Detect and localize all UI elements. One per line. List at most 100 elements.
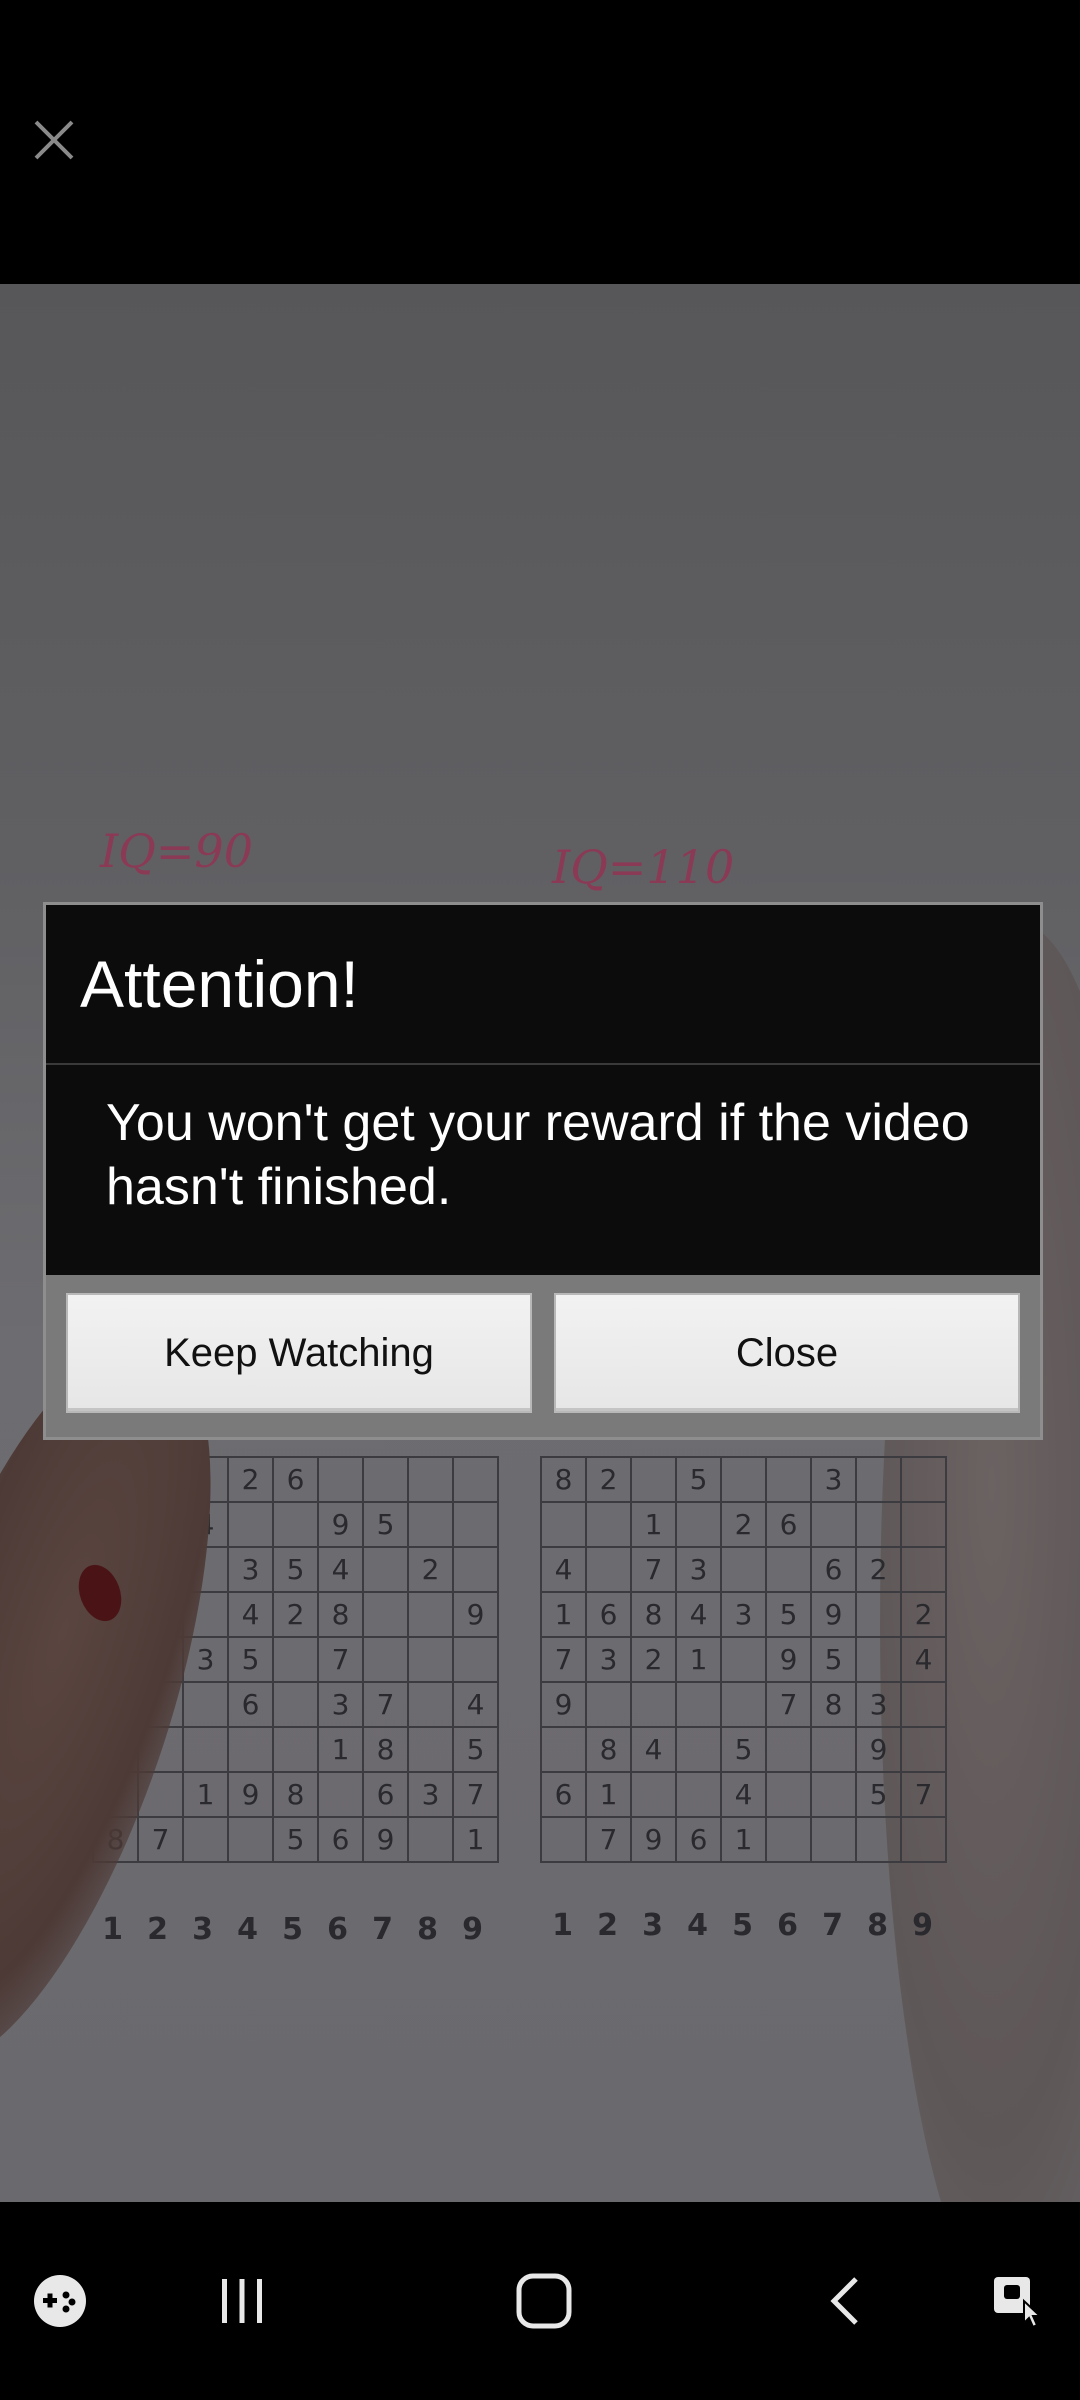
sudoku-cell bbox=[272, 1501, 319, 1548]
sudoku-cell bbox=[810, 1501, 857, 1548]
sudoku-cell: 3 bbox=[675, 1546, 722, 1593]
sudoku-cell bbox=[540, 1501, 587, 1548]
sudoku-cell bbox=[452, 1456, 499, 1503]
number-label: 6 bbox=[327, 1912, 348, 1947]
sudoku-cell bbox=[585, 1501, 632, 1548]
number-label: 6 bbox=[777, 1908, 798, 1943]
sudoku-cell: 2 bbox=[855, 1546, 902, 1593]
sudoku-cell: 1 bbox=[182, 1771, 229, 1818]
sudoku-cell: 3 bbox=[317, 1681, 364, 1728]
sudoku-cell: 3 bbox=[407, 1771, 454, 1818]
sudoku-cell: 6 bbox=[272, 1456, 319, 1503]
recent-apps-icon bbox=[222, 2279, 262, 2323]
sudoku-cell: 4 bbox=[540, 1546, 587, 1593]
sudoku-cell: 1 bbox=[585, 1771, 632, 1818]
sudoku-cell: 6 bbox=[227, 1681, 274, 1728]
sudoku-cell: 8 bbox=[272, 1771, 319, 1818]
sudoku-cell: 9 bbox=[855, 1726, 902, 1773]
sudoku-cell: 2 bbox=[272, 1591, 319, 1638]
sudoku-row: 473 62 bbox=[540, 1546, 947, 1593]
sudoku-cell bbox=[585, 1681, 632, 1728]
sudoku-cell bbox=[182, 1726, 229, 1773]
sudoku-cell bbox=[540, 1816, 587, 1863]
sudoku-cell: 9 bbox=[810, 1591, 857, 1638]
sudoku-cell: 5 bbox=[810, 1636, 857, 1683]
sudoku-cell: 2 bbox=[630, 1636, 677, 1683]
sudoku-cell bbox=[452, 1636, 499, 1683]
sudoku-row: 198637 bbox=[92, 1771, 499, 1818]
sudoku-row: 16843592 bbox=[540, 1591, 947, 1638]
sudoku-row: 875691 bbox=[92, 1816, 499, 1863]
sudoku-cell: 5 bbox=[720, 1726, 767, 1773]
sudoku-row: 845 9 bbox=[540, 1726, 947, 1773]
recent-apps-button[interactable] bbox=[182, 2246, 302, 2356]
number-label: 9 bbox=[912, 1908, 933, 1943]
sudoku-cell bbox=[810, 1771, 857, 1818]
game-launcher-button[interactable] bbox=[0, 2246, 120, 2356]
sudoku-cell bbox=[630, 1771, 677, 1818]
sudoku-row: 9 783 bbox=[540, 1681, 947, 1728]
sudoku-cell: 4 bbox=[900, 1636, 947, 1683]
sudoku-cell: 7 bbox=[585, 1816, 632, 1863]
sudoku-cell bbox=[720, 1681, 767, 1728]
sudoku-cell: 9 bbox=[540, 1681, 587, 1728]
sudoku-cell bbox=[407, 1501, 454, 1548]
number-label: 7 bbox=[822, 1908, 843, 1943]
back-icon bbox=[830, 2277, 858, 2325]
screen-assist-icon bbox=[994, 2277, 1043, 2329]
sudoku-cell: 8 bbox=[540, 1456, 587, 1503]
number-label: 7 bbox=[372, 1912, 393, 1947]
sudoku-cell: 9 bbox=[362, 1816, 409, 1863]
sudoku-cell bbox=[900, 1501, 947, 1548]
close-icon bbox=[34, 120, 74, 160]
sudoku-cell: 5 bbox=[272, 1816, 319, 1863]
sudoku-cell bbox=[765, 1546, 812, 1593]
dialog-divider bbox=[46, 1063, 1040, 1065]
sudoku-cell bbox=[585, 1546, 632, 1593]
sudoku-cell: 5 bbox=[452, 1726, 499, 1773]
sudoku-cell bbox=[452, 1501, 499, 1548]
sudoku-cell bbox=[227, 1816, 274, 1863]
sudoku-cell bbox=[675, 1501, 722, 1548]
sudoku-cell: 4 bbox=[675, 1591, 722, 1638]
sudoku-cell bbox=[900, 1456, 947, 1503]
close-button[interactable]: Close bbox=[554, 1293, 1020, 1413]
sudoku-cell bbox=[272, 1636, 319, 1683]
back-button[interactable] bbox=[786, 2246, 906, 2356]
sudoku-cell: 4 bbox=[227, 1591, 274, 1638]
keep-watching-button[interactable]: Keep Watching bbox=[66, 1293, 532, 1413]
sudoku-cell: 4 bbox=[452, 1681, 499, 1728]
sudoku-cell: 2 bbox=[227, 1456, 274, 1503]
sudoku-cell: 9 bbox=[630, 1816, 677, 1863]
sudoku-cell bbox=[182, 1681, 229, 1728]
sudoku-cell bbox=[765, 1726, 812, 1773]
screen-assist-button[interactable] bbox=[960, 2246, 1080, 2356]
sudoku-cell bbox=[900, 1816, 947, 1863]
dialog-message: You won't get your reward if the video h… bbox=[106, 1094, 970, 1216]
number-label: 2 bbox=[147, 1912, 168, 1947]
sudoku-cell: 9 bbox=[317, 1501, 364, 1548]
home-button[interactable] bbox=[484, 2246, 604, 2356]
right-sudoku-grid: 8253126473621684359273219549783845961457… bbox=[540, 1456, 947, 1863]
sudoku-cell: 6 bbox=[675, 1816, 722, 1863]
game-launcher-icon bbox=[34, 2275, 86, 2327]
sudoku-cell bbox=[362, 1546, 409, 1593]
number-label: 3 bbox=[192, 1912, 213, 1947]
sudoku-cell: 6 bbox=[765, 1501, 812, 1548]
sudoku-cell bbox=[675, 1771, 722, 1818]
sudoku-cell: 2 bbox=[900, 1591, 947, 1638]
number-label: 4 bbox=[687, 1908, 708, 1943]
sudoku-cell bbox=[452, 1546, 499, 1593]
sudoku-cell: 6 bbox=[362, 1771, 409, 1818]
sudoku-cell bbox=[720, 1456, 767, 1503]
right-number-row: 123456789 bbox=[540, 1908, 945, 1943]
sudoku-cell: 9 bbox=[227, 1771, 274, 1818]
close-ad-button[interactable] bbox=[26, 112, 82, 168]
sudoku-cell: 7 bbox=[137, 1816, 184, 1863]
number-label: 3 bbox=[642, 1908, 663, 1943]
sudoku-cell bbox=[720, 1546, 767, 1593]
sudoku-cell bbox=[900, 1726, 947, 1773]
left-number-row: 123456789 bbox=[90, 1912, 495, 1947]
attention-dialog: Attention! You won't get your reward if … bbox=[43, 902, 1043, 1440]
sudoku-cell bbox=[272, 1681, 319, 1728]
